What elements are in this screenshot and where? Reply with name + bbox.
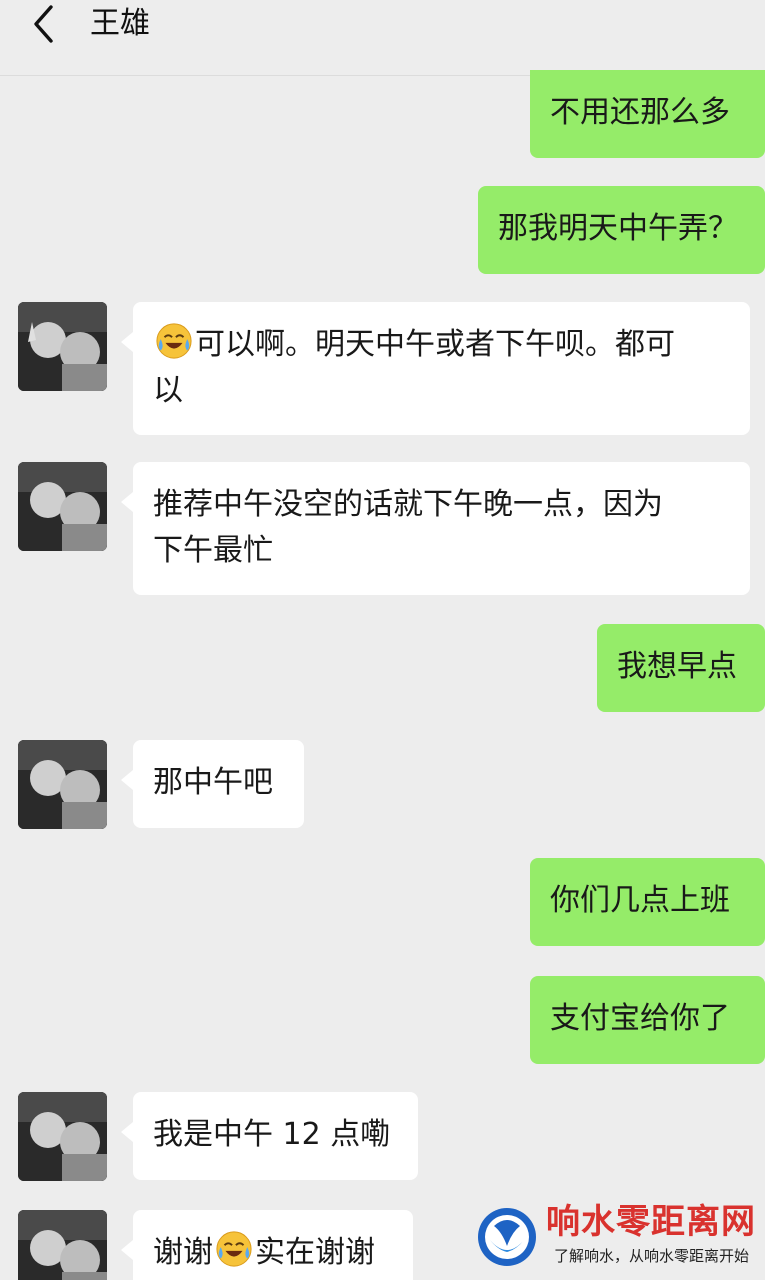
message-line: 下午最忙 <box>153 533 273 568</box>
message-bubble-incoming[interactable]: 可以啊。明天中午或者下午呗。都可 以 <box>121 302 750 435</box>
chat-title: 王雄 <box>90 6 150 41</box>
contact-avatar[interactable] <box>18 740 107 829</box>
message-text: 谢谢 <box>153 1235 213 1270</box>
message-text: 实在谢谢 <box>255 1235 375 1270</box>
chat-screen: 王雄 不用还那么多 那我明天中午弄？ 可以啊。明天中午或者下午呗。都可 以 推荐… <box>0 0 765 1280</box>
message-text: 那我明天中午弄？ <box>498 211 738 246</box>
crying-laughing-emoji-icon <box>156 323 192 359</box>
message-bubble-outgoing[interactable]: 那我明天中午弄？ <box>478 186 765 274</box>
contact-avatar[interactable] <box>18 462 107 551</box>
message-line: 以 <box>153 368 730 414</box>
contact-avatar[interactable] <box>18 1092 107 1181</box>
message-text: 我想早点 <box>617 649 737 684</box>
message-bubble-incoming[interactable]: 推荐中午没空的话就下午晚一点，因为 下午最忙 <box>121 462 750 595</box>
message-bubble-outgoing[interactable]: 你们几点上班 <box>530 858 765 946</box>
message-text: 你们几点上班 <box>550 883 730 918</box>
message-bubble-outgoing[interactable]: 支付宝给你了 <box>530 976 765 1064</box>
watermark-logo-icon <box>478 1208 536 1266</box>
site-watermark: 响水零距离网 了解响水，从响水零距离开始 <box>474 1196 765 1280</box>
back-button[interactable] <box>22 4 66 44</box>
message-bubble-incoming[interactable]: 谢谢 实在谢谢 <box>121 1210 413 1280</box>
message-text: 那中午吧 <box>153 765 273 800</box>
message-bubble-outgoing[interactable]: 我想早点 <box>597 624 765 712</box>
message-text: 以 <box>153 373 183 408</box>
message-line: 可以啊。明天中午或者下午呗。都可 <box>153 322 730 368</box>
crying-laughing-emoji-icon <box>216 1231 252 1267</box>
message-bubble-incoming[interactable]: 我是中午 12 点嘞 <box>121 1092 418 1180</box>
message-bubble-outgoing[interactable]: 不用还那么多 <box>530 70 765 158</box>
message-bubble-incoming[interactable]: 那中午吧 <box>121 740 304 828</box>
message-text: 可以啊。明天中午或者下午呗。都可 <box>195 327 675 362</box>
chevron-left-icon <box>34 5 53 43</box>
watermark-subtitle: 了解响水，从响水零距离开始 <box>554 1247 750 1265</box>
message-text: 支付宝给你了 <box>550 1001 730 1036</box>
message-line: 推荐中午没空的话就下午晚一点，因为 <box>153 487 663 522</box>
message-text: 我是中午 12 点嘞 <box>153 1117 391 1152</box>
contact-avatar[interactable] <box>18 1210 107 1280</box>
chat-header: 王雄 <box>0 0 765 76</box>
message-text: 不用还那么多 <box>550 95 730 130</box>
watermark-title: 响水零距离网 <box>546 1202 756 1242</box>
contact-avatar[interactable] <box>18 302 107 391</box>
